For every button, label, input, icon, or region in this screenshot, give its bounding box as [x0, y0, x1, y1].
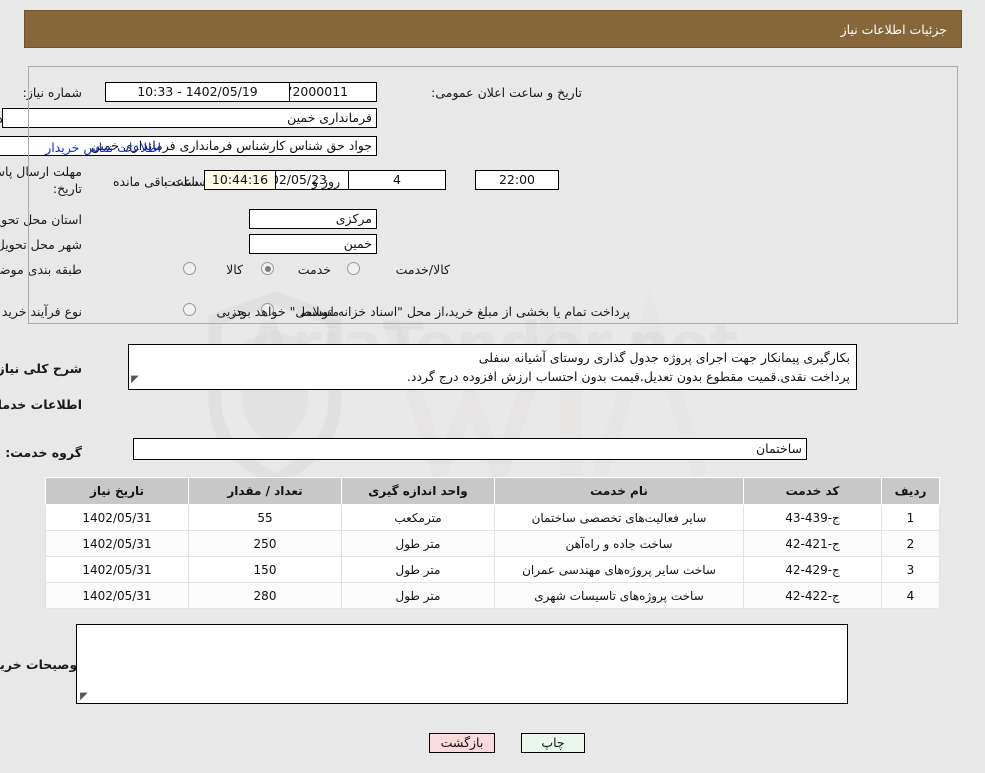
service-group-value: ساختمان — [133, 438, 807, 460]
cell-row: 2 — [881, 530, 940, 557]
cell-code: ج-421-42 — [743, 530, 882, 557]
description-box: بکارگیری پیمانکار جهت اجرای پروژه جدول گ… — [128, 344, 857, 390]
th-code: کد خدمت — [743, 477, 882, 505]
cell-unit: متر طول — [341, 556, 495, 583]
cell-qty: 280 — [188, 582, 342, 609]
table-row: 3 ج-429-42 ساخت سایر پروژه‌های مهندسی عم… — [45, 556, 940, 583]
buyer-notes-label: توصیحات خریدار: — [0, 657, 82, 672]
table-header-row: ردیف کد خدمت نام خدمت واحد اندازه گیری ت… — [45, 477, 940, 505]
th-qty: تعداد / مقدار — [188, 477, 342, 505]
cell-name: ساخت پروژه‌های تاسیسات شهری — [494, 582, 744, 609]
need-info-panel — [28, 66, 958, 324]
cell-qty: 150 — [188, 556, 342, 583]
cell-date: 1402/05/31 — [45, 556, 189, 583]
cell-unit: مترمکعب — [341, 504, 495, 531]
th-row: ردیف — [881, 477, 940, 505]
cell-row: 3 — [881, 556, 940, 583]
cell-date: 1402/05/31 — [45, 582, 189, 609]
services-table: ردیف کد خدمت نام خدمت واحد اندازه گیری ت… — [45, 477, 940, 609]
cell-unit: متر طول — [341, 530, 495, 557]
cell-unit: متر طول — [341, 582, 495, 609]
cell-row: 4 — [881, 582, 940, 609]
cell-name: سایر فعالیت‌های تخصصی ساختمان — [494, 504, 744, 531]
page-title: جزئیات اطلاعات نیاز — [840, 21, 947, 37]
services-section-title: اطلاعات خدمات مورد نیاز — [0, 397, 82, 412]
description-line-1: بکارگیری پیمانکار جهت اجرای پروژه جدول گ… — [478, 350, 850, 365]
cell-date: 1402/05/31 — [45, 530, 189, 557]
cell-code: ج-422-42 — [743, 582, 882, 609]
table-row: 4 ج-422-42 ساخت پروژه‌های تاسیسات شهری م… — [45, 582, 940, 609]
cell-name: ساخت سایر پروژه‌های مهندسی عمران — [494, 556, 744, 583]
cell-qty: 250 — [188, 530, 342, 557]
th-date: تاریخ نیاز — [45, 477, 189, 505]
need-details-page: AriaTender.net جزئیات اطلاعات نیاز شماره… — [0, 0, 985, 773]
th-name: نام خدمت — [494, 477, 744, 505]
services-table-body: 1 ج-439-43 سایر فعالیت‌های تخصصی ساختمان… — [45, 504, 940, 609]
description-line-2: پرداخت نقدی.قمیت مقطوع بدون تعدیل.قیمت ب… — [406, 369, 850, 384]
service-group-label: گروه خدمت: — [5, 445, 82, 460]
cell-date: 1402/05/31 — [45, 504, 189, 531]
print-button[interactable]: چاپ — [521, 733, 585, 753]
table-row: 2 ج-421-42 ساخت جاده و راه‌آهن متر طول 2… — [45, 530, 940, 557]
table-row: 1 ج-439-43 سایر فعالیت‌های تخصصی ساختمان… — [45, 504, 940, 531]
back-button[interactable]: بازگشت — [429, 733, 495, 753]
cell-row: 1 — [881, 504, 940, 531]
description-label: شرح کلی نیاز: — [0, 361, 82, 376]
resize-grip-icon[interactable]: ◥ — [131, 370, 139, 389]
cell-qty: 55 — [188, 504, 342, 531]
resize-grip-icon[interactable]: ◥ — [80, 691, 88, 702]
cell-code: ج-429-42 — [743, 556, 882, 583]
cell-code: ج-439-43 — [743, 504, 882, 531]
window-title-bar: جزئیات اطلاعات نیاز — [24, 10, 962, 48]
buyer-notes-box[interactable]: ◥ — [76, 624, 848, 704]
cell-name: ساخت جاده و راه‌آهن — [494, 530, 744, 557]
th-unit: واحد اندازه گیری — [341, 477, 495, 505]
